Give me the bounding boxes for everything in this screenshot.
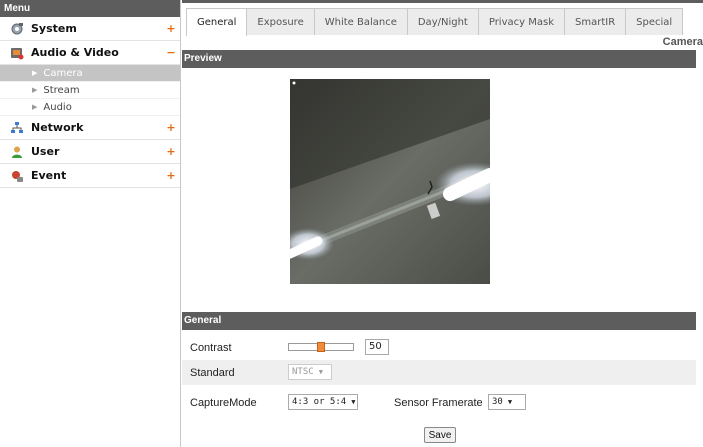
contrast-row: Contrast 50 bbox=[182, 335, 696, 360]
expand-icon[interactable]: + bbox=[164, 145, 178, 158]
tab-day-night[interactable]: Day/Night bbox=[406, 8, 479, 35]
network-icon bbox=[9, 120, 25, 136]
sidebar-item-audio-video[interactable]: Audio & Video − bbox=[0, 41, 180, 65]
page-title: Camera bbox=[662, 36, 703, 48]
capture-row: CaptureMode 4:3 or 5:4 ▼ Sensor Framerat… bbox=[182, 390, 696, 415]
settings-tabs: General Exposure White Balance Day/Night… bbox=[186, 8, 684, 36]
sidebar-item-label: Network bbox=[31, 121, 84, 134]
tab-smartir[interactable]: SmartIR bbox=[564, 8, 627, 35]
tab-privacy-mask[interactable]: Privacy Mask bbox=[477, 8, 565, 35]
capture-mode-value: 4:3 or 5:4 bbox=[292, 397, 347, 407]
camera-settings-page: Menu System + Audio & Video − ▶ Camera ▶… bbox=[0, 0, 703, 447]
sidebar-item-label: System bbox=[31, 22, 77, 35]
sidebar-item-event[interactable]: Event + bbox=[0, 164, 180, 188]
system-icon bbox=[9, 21, 25, 37]
sidebar-subitem-label: Stream bbox=[43, 84, 80, 96]
standard-select[interactable]: NTSC ▼ bbox=[288, 364, 332, 380]
capture-mode-select[interactable]: 4:3 or 5:4 ▼ bbox=[288, 394, 358, 410]
expand-icon[interactable]: + bbox=[164, 22, 178, 35]
sidebar-item-label: Audio & Video bbox=[31, 46, 119, 59]
standard-label: Standard bbox=[190, 366, 235, 379]
main-content: General Exposure White Balance Day/Night… bbox=[182, 0, 703, 447]
chevron-down-icon: ▼ bbox=[507, 398, 513, 406]
save-button[interactable]: Save bbox=[424, 427, 456, 443]
sidebar-subitem-label: Audio bbox=[43, 101, 72, 113]
contrast-value-input[interactable]: 50 bbox=[365, 339, 389, 355]
sidebar-item-system[interactable]: System + bbox=[0, 17, 180, 41]
sidebar-menu: Menu System + Audio & Video − ▶ Camera ▶… bbox=[0, 0, 181, 447]
collapse-icon[interactable]: − bbox=[164, 46, 178, 59]
tab-white-balance[interactable]: White Balance bbox=[313, 8, 408, 35]
expand-icon[interactable]: + bbox=[164, 169, 178, 182]
preview-section-header: Preview bbox=[182, 50, 696, 68]
sensor-framerate-value: 30 bbox=[492, 397, 503, 407]
tab-special[interactable]: Special bbox=[625, 8, 684, 35]
sidebar-subitem-label: Camera bbox=[43, 67, 83, 79]
standard-row: Standard NTSC ▼ bbox=[182, 360, 696, 385]
chevron-right-icon: ▶ bbox=[32, 86, 38, 94]
audio-video-icon bbox=[9, 45, 25, 61]
sensor-framerate-label: Sensor Framerate bbox=[394, 396, 483, 409]
chevron-right-icon: ▶ bbox=[32, 103, 38, 111]
contrast-slider[interactable] bbox=[288, 342, 354, 352]
general-section-header: General bbox=[182, 312, 696, 330]
sidebar-item-label: Event bbox=[31, 169, 67, 182]
standard-select-value: NTSC bbox=[292, 367, 314, 377]
user-icon bbox=[9, 144, 25, 160]
sensor-framerate-select[interactable]: 30 ▼ bbox=[488, 394, 526, 410]
chevron-right-icon: ▶ bbox=[32, 69, 38, 77]
chevron-down-icon: ▼ bbox=[351, 398, 356, 406]
expand-icon[interactable]: + bbox=[164, 121, 178, 134]
chevron-down-icon: ▼ bbox=[318, 368, 323, 376]
sidebar-item-network[interactable]: Network + bbox=[0, 116, 180, 140]
menu-header: Menu bbox=[0, 0, 180, 17]
camera-preview[interactable] bbox=[290, 79, 490, 284]
camera-feed-image bbox=[290, 79, 490, 284]
sidebar-subitem-stream[interactable]: ▶ Stream bbox=[0, 82, 180, 99]
contrast-label: Contrast bbox=[190, 341, 232, 354]
sidebar-item-label: User bbox=[31, 145, 60, 158]
tab-general[interactable]: General bbox=[186, 8, 248, 36]
top-divider bbox=[182, 0, 703, 3]
event-icon bbox=[9, 168, 25, 184]
capture-mode-label: CaptureMode bbox=[190, 396, 257, 409]
tab-exposure[interactable]: Exposure bbox=[246, 8, 315, 35]
sidebar-item-user[interactable]: User + bbox=[0, 140, 180, 164]
sidebar-subitem-audio[interactable]: ▶ Audio bbox=[0, 99, 180, 116]
slider-thumb[interactable] bbox=[317, 342, 325, 352]
sidebar-subitem-camera[interactable]: ▶ Camera bbox=[0, 65, 180, 82]
